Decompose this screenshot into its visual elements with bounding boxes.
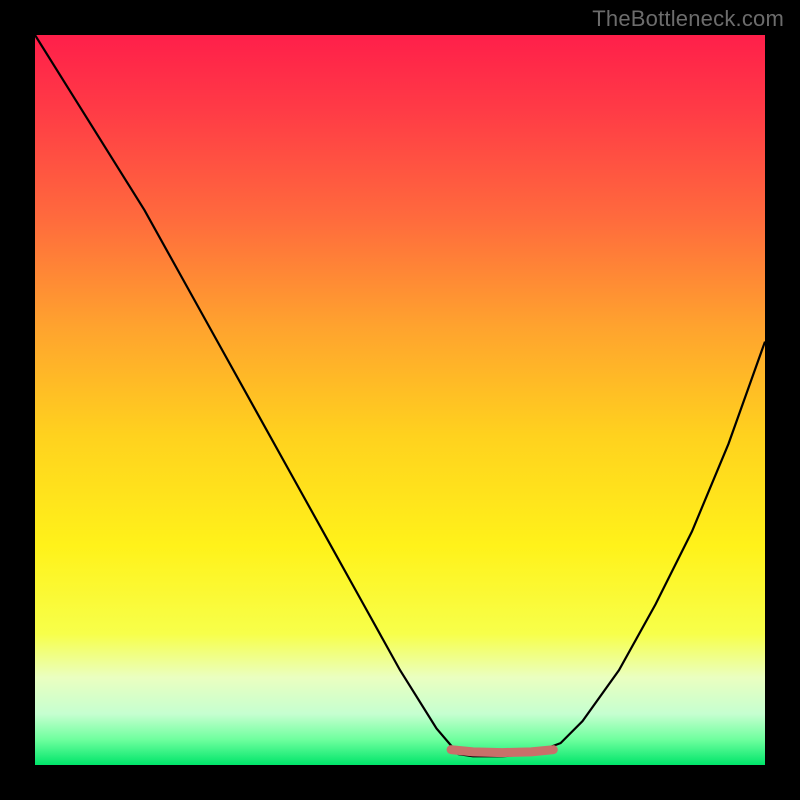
chart-series-layer [35, 35, 765, 765]
bottleneck-curve [35, 35, 765, 756]
optimum-band [451, 750, 553, 753]
watermark-text: TheBottleneck.com [592, 6, 784, 32]
chart-frame: TheBottleneck.com [0, 0, 800, 800]
plot-area [35, 35, 765, 765]
